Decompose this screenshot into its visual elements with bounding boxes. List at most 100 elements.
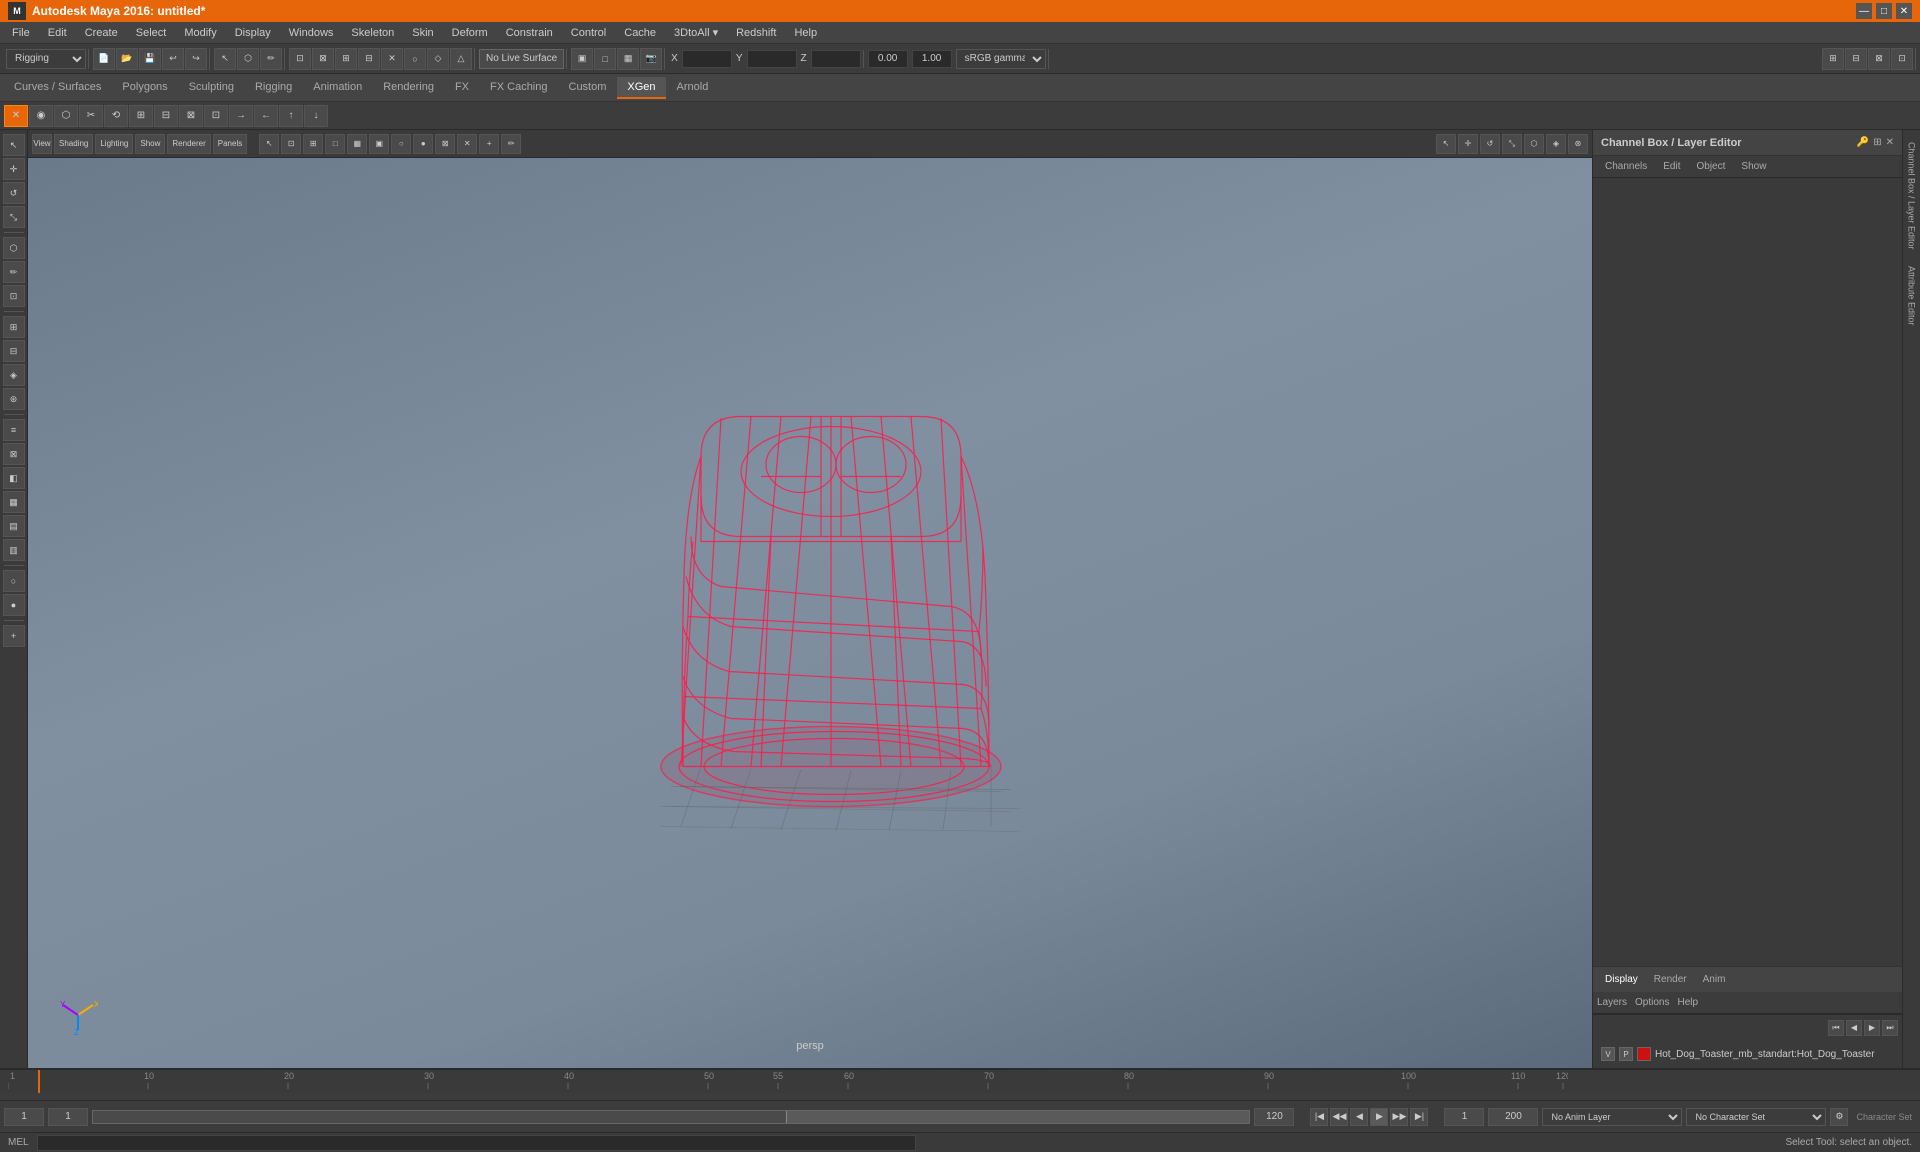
menu-cache[interactable]: Cache [616,25,664,41]
cb-tab-object[interactable]: Object [1689,159,1734,174]
shelf-icon13[interactable]: ↓ [304,105,328,127]
coord-x-input[interactable] [682,50,732,68]
menu-3dtoall[interactable]: 3DtoAll ▾ [666,24,726,41]
layer-nav-last[interactable]: ⏭ [1882,1020,1898,1036]
tab-fxcaching[interactable]: FX Caching [480,77,557,99]
range-start-input[interactable] [4,1108,44,1126]
vp-shading-menu[interactable]: Shading [54,134,93,154]
timeline-ruler[interactable]: 1 10 20 30 40 50 55 60 70 80 9 [0,1069,1920,1093]
sidebar-btn20[interactable]: ● [3,594,25,616]
vp-show-menu[interactable]: Show [135,134,165,154]
layer-render-btn[interactable]: P [1619,1047,1633,1061]
minimize-btn[interactable]: — [1856,3,1872,19]
char-set-select[interactable]: No Character Set [1686,1108,1826,1126]
vp-tb4[interactable]: □ [325,134,345,154]
vp-tb2[interactable]: ⊡ [281,134,301,154]
vp-tb-r3[interactable]: ↺ [1480,134,1500,154]
vp-tb6[interactable]: ▣ [369,134,389,154]
snap6[interactable]: ○ [404,48,426,70]
anim-layer-select[interactable]: No Anim Layer [1542,1108,1682,1126]
sidebar-btn12[interactable]: ⊛ [3,388,25,410]
menu-display[interactable]: Display [227,25,279,41]
menu-edit[interactable]: Edit [40,25,75,41]
vp-tb-r6[interactable]: ◈ [1546,134,1566,154]
sidebar-btn16[interactable]: ▦ [3,491,25,513]
layer-nav-next[interactable]: ▶ [1864,1020,1880,1036]
viewport-3d[interactable]: persp X Y Z [28,158,1592,1068]
open-btn[interactable]: 📂 [116,48,138,70]
play-next-btn[interactable]: ▶▶ [1390,1108,1408,1126]
sidebar-btn11[interactable]: ◈ [3,364,25,386]
mode-select[interactable]: Rigging [6,49,86,69]
tab-animation[interactable]: Animation [303,77,372,99]
save-btn[interactable]: 💾 [139,48,161,70]
mel-input[interactable] [37,1135,916,1151]
vp-view-menu[interactable]: View [32,134,52,154]
lasso-btn[interactable]: ⬡ [237,48,259,70]
sidebar-btn21[interactable]: + [3,625,25,647]
options-menu[interactable]: Options [1635,997,1669,1008]
sidebar-btn15[interactable]: ◧ [3,467,25,489]
coord-y-input[interactable] [747,50,797,68]
vp-tb11[interactable]: + [479,134,499,154]
snap7[interactable]: ◇ [427,48,449,70]
cam-btn[interactable]: 📷 [640,48,662,70]
title-bar-controls[interactable]: — □ ✕ [1856,3,1912,19]
current-frame-input[interactable] [48,1108,88,1126]
render3[interactable]: ▦ [617,48,639,70]
vp-tb12[interactable]: ✏ [501,134,521,154]
rt2[interactable]: ⊟ [1845,48,1867,70]
tab-curves[interactable]: Curves / Surfaces [4,77,111,99]
menu-windows[interactable]: Windows [281,25,342,41]
sidebar-btn19[interactable]: ○ [3,570,25,592]
play-first-btn[interactable]: |◀ [1310,1108,1328,1126]
paint-btn[interactable]: ✏ [260,48,282,70]
rotate-tool-btn[interactable]: ↺ [3,182,25,204]
display-tab[interactable]: Display [1597,972,1646,987]
undo-btn[interactable]: ↩ [162,48,184,70]
menu-control[interactable]: Control [563,25,614,41]
menu-help[interactable]: Help [786,25,825,41]
cb-tab-show[interactable]: Show [1733,159,1774,174]
snap1[interactable]: ⊡ [289,48,311,70]
val1-input[interactable]: 0.00 [868,50,908,68]
range-end1-input[interactable] [1254,1108,1294,1126]
help-menu[interactable]: Help [1677,997,1698,1008]
layer-nav-prev[interactable]: ◀ [1846,1020,1862,1036]
shelf-icon4[interactable]: ✂ [79,105,103,127]
sidebar-btn18[interactable]: ▥ [3,539,25,561]
scale-tool-btn[interactable]: ⤡ [3,206,25,228]
vp-tb8[interactable]: ● [413,134,433,154]
shelf-icon12[interactable]: ↑ [279,105,303,127]
val2-input[interactable]: 1.00 [912,50,952,68]
coord-z-input[interactable] [811,50,861,68]
snap2[interactable]: ⊠ [312,48,334,70]
cb-ctrl3[interactable]: ✕ [1886,137,1894,148]
layers-menu[interactable]: Layers [1597,997,1627,1008]
cb-ctrl1[interactable]: 🔑 [1857,137,1869,148]
menu-constrain[interactable]: Constrain [498,25,561,41]
play-fwd-btn[interactable]: ▶ [1370,1108,1388,1126]
shelf-icon7[interactable]: ⊟ [154,105,178,127]
play-prev-btn[interactable]: ◀ [1350,1108,1368,1126]
shelf-icon8[interactable]: ⊠ [179,105,203,127]
tab-fx[interactable]: FX [445,77,479,99]
vp-panels-menu[interactable]: Panels [213,134,247,154]
move-tool-btn[interactable]: ✛ [3,158,25,180]
snap-tool-btn[interactable]: ⬡ [3,237,25,259]
tab-polygons[interactable]: Polygons [112,77,177,99]
vp-tb3[interactable]: ⊞ [303,134,323,154]
vp-renderer-menu[interactable]: Renderer [167,134,210,154]
char-set-options-btn[interactable]: ⚙ [1830,1108,1848,1126]
snap4[interactable]: ⊟ [358,48,380,70]
select-btn[interactable]: ↖ [214,48,236,70]
playhead[interactable] [38,1070,40,1093]
menu-deform[interactable]: Deform [444,25,496,41]
cb-ctrl2[interactable]: ⊞ [1873,137,1881,148]
tab-custom[interactable]: Custom [559,77,617,99]
rt3[interactable]: ⊠ [1868,48,1890,70]
vp-tb-r7[interactable]: ⊛ [1568,134,1588,154]
render-tab[interactable]: Render [1646,972,1695,987]
layer-nav-first[interactable]: ⏮ [1828,1020,1844,1036]
tab-sculpting[interactable]: Sculpting [179,77,244,99]
